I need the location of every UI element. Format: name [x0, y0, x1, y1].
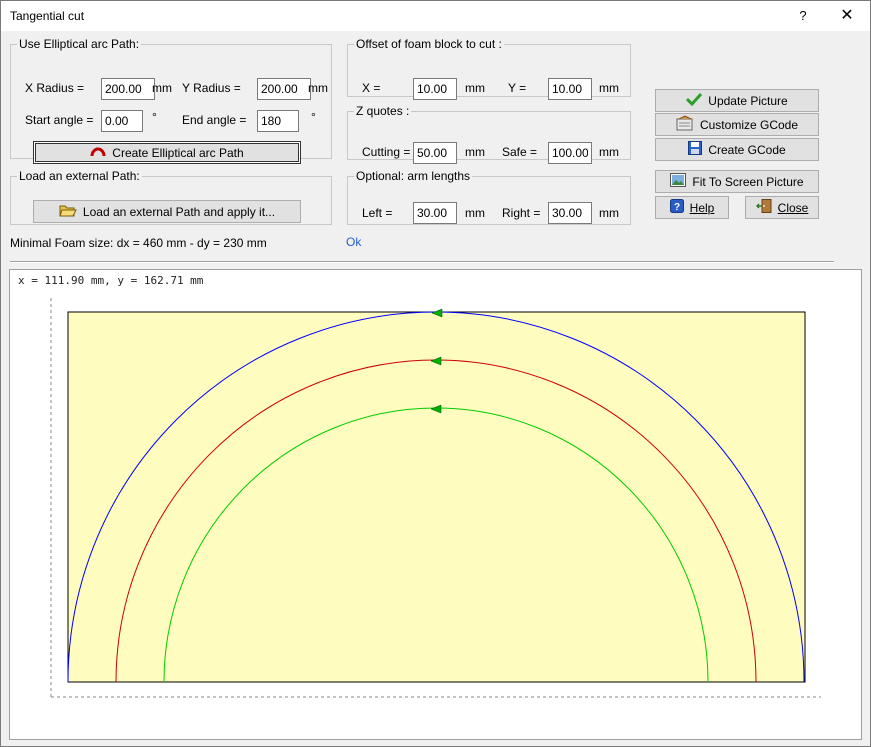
- update-picture-button[interactable]: Update Picture: [655, 89, 819, 112]
- titlebar-help-icon[interactable]: ?: [792, 5, 814, 27]
- customize-gcode-button[interactable]: Customize GCode: [655, 113, 819, 136]
- end-angle-degree: °: [311, 110, 316, 124]
- status-ok-text: Ok: [346, 235, 362, 249]
- fit-to-screen-button[interactable]: Fit To Screen Picture: [655, 170, 819, 193]
- arm-lengths-legend: Optional: arm lengths: [356, 169, 471, 183]
- titlebar-close-icon[interactable]: ✕: [833, 5, 861, 27]
- external-path-group: Load an external Path: Load an external …: [10, 169, 332, 225]
- create-elliptical-arc-button[interactable]: Create Elliptical arc Path: [33, 141, 301, 164]
- arm-left-unit: mm: [465, 206, 485, 220]
- open-folder-icon: [59, 203, 77, 220]
- update-picture-label: Update Picture: [708, 93, 788, 108]
- cutting-input[interactable]: [413, 142, 457, 164]
- customize-icon: [676, 115, 694, 134]
- tangential-cut-window: Tangential cut ? ✕ Use Elliptical arc Pa…: [0, 0, 871, 747]
- elliptical-arc-group: Use Elliptical arc Path: X Radius = mm Y…: [10, 37, 332, 164]
- z-quotes-group: Z quotes : Cutting = mm Safe = mm: [347, 104, 631, 164]
- safe-input[interactable]: [548, 142, 592, 164]
- y-radius-input[interactable]: [257, 78, 311, 100]
- offset-x-unit: mm: [465, 81, 485, 95]
- y-radius-unit: mm: [308, 81, 328, 95]
- x-radius-input[interactable]: [101, 78, 155, 100]
- end-angle-label: End angle =: [182, 113, 247, 127]
- arm-right-unit: mm: [599, 206, 619, 220]
- start-angle-input[interactable]: [101, 110, 143, 132]
- offset-x-input[interactable]: [413, 78, 457, 100]
- path-preview-svg: [50, 298, 821, 698]
- offset-y-label: Y =: [508, 81, 527, 95]
- arc-icon: [90, 145, 106, 160]
- help-button[interactable]: ? Help: [655, 196, 729, 219]
- external-path-legend: Load an external Path:: [19, 169, 140, 183]
- offset-y-unit: mm: [599, 81, 619, 95]
- offset-x-label: X =: [362, 81, 381, 95]
- cutting-label: Cutting =: [362, 145, 411, 159]
- offset-y-input[interactable]: [548, 78, 592, 100]
- load-external-path-button[interactable]: Load an external Path and apply it...: [33, 200, 301, 223]
- x-radius-unit: mm: [152, 81, 172, 95]
- y-radius-label: Y Radius =: [182, 81, 241, 95]
- arm-left-label: Left =: [362, 206, 393, 220]
- create-elliptical-arc-label: Create Elliptical arc Path: [112, 145, 244, 160]
- picture-icon: [670, 173, 687, 190]
- arm-right-label: Right =: [502, 206, 541, 220]
- help-label: Help: [689, 200, 715, 215]
- safe-label: Safe =: [502, 145, 538, 159]
- arm-lengths-group: Optional: arm lengths Left = mm Right = …: [347, 169, 631, 225]
- minimal-foam-size-text: Minimal Foam size: dx = 460 mm - dy = 23…: [10, 236, 267, 250]
- arm-left-input[interactable]: [413, 202, 457, 224]
- load-external-path-label: Load an external Path and apply it...: [82, 204, 276, 219]
- offset-group: Offset of foam block to cut : X = mm Y =…: [347, 37, 631, 100]
- cutting-unit: mm: [465, 145, 485, 159]
- save-disk-icon: [688, 141, 703, 158]
- svg-text:?: ?: [674, 202, 680, 213]
- foam-block: [67, 311, 806, 683]
- preview-canvas[interactable]: x = 111.90 mm, y = 162.71 mm: [9, 269, 862, 740]
- exit-door-icon: [755, 199, 772, 216]
- arm-right-input[interactable]: [548, 202, 592, 224]
- end-angle-input[interactable]: [257, 110, 299, 132]
- title-bar: Tangential cut ? ✕: [1, 1, 870, 31]
- close-label: Close: [777, 200, 809, 215]
- window-title: Tangential cut: [10, 9, 85, 23]
- x-radius-label: X Radius =: [25, 81, 85, 95]
- customize-gcode-label: Customize GCode: [699, 117, 799, 132]
- separator: [10, 261, 834, 263]
- create-gcode-label: Create GCode: [708, 142, 786, 157]
- elliptical-arc-legend: Use Elliptical arc Path:: [19, 37, 140, 51]
- checkmark-icon: [686, 92, 703, 109]
- create-gcode-button[interactable]: Create GCode: [655, 138, 819, 161]
- close-button[interactable]: Close: [745, 196, 819, 219]
- help-icon: ?: [669, 199, 684, 216]
- safe-unit: mm: [599, 145, 619, 159]
- offset-legend: Offset of foam block to cut :: [356, 37, 502, 51]
- z-quotes-legend: Z quotes :: [356, 104, 410, 118]
- fit-to-screen-label: Fit To Screen Picture: [692, 174, 804, 189]
- start-angle-label: Start angle =: [25, 113, 94, 127]
- start-angle-degree: °: [152, 110, 157, 124]
